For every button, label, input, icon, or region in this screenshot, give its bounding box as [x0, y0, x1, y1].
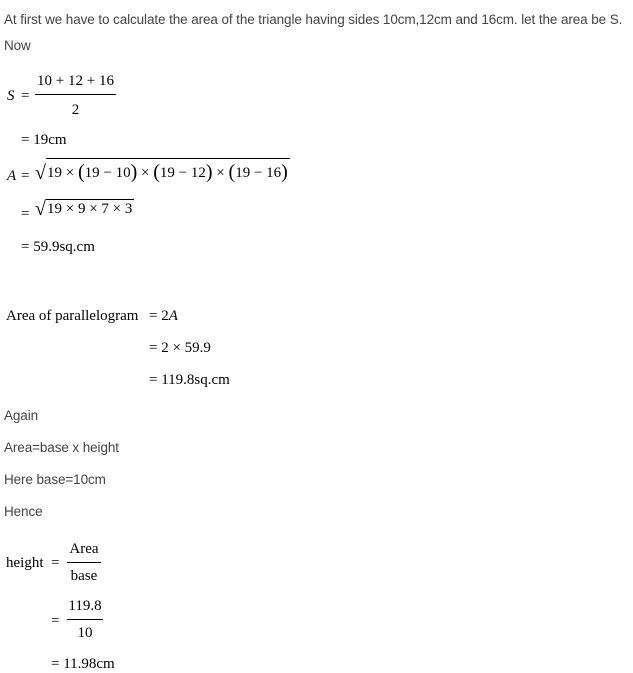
fraction-bar — [35, 94, 116, 95]
radicand-term: × — [137, 165, 154, 181]
radicand-term: 19 − 10 — [84, 165, 131, 181]
equals-sign: = — [21, 88, 30, 104]
open-paren: ( — [228, 161, 236, 183]
numeric-fraction: 119.8 10 — [67, 598, 103, 642]
square-root-1: √19 × (19 − 10) × (19 − 12) × (19 − 16) — [35, 158, 290, 184]
semi-perimeter-fraction: 10 + 12 + 16 2 — [35, 73, 116, 119]
open-paren: ( — [153, 161, 160, 183]
hence-text: Hence — [4, 504, 43, 519]
equals-sign: = — [21, 168, 30, 184]
close-paren: ) — [130, 161, 138, 183]
parallelogram-step-3: = 119.8sq.cm — [149, 372, 230, 388]
fraction-numerator: 119.8 — [68, 598, 102, 614]
fraction-numerator: Area — [69, 541, 99, 557]
equals-sign: = — [21, 206, 30, 222]
radicand-2: 19 × 9 × 7 × 3 — [45, 199, 135, 217]
fraction-denominator: base — [70, 568, 98, 584]
a-variable: A — [7, 168, 17, 184]
equals-sign: = — [51, 555, 60, 571]
base-definition-text: Here base=10cm — [4, 472, 106, 487]
radicand-term: 19 − 16 — [235, 165, 282, 181]
now-text: Now — [4, 38, 31, 53]
area-result: = 59.9sq.cm — [21, 239, 95, 255]
intro-text: At first we have to calculate the area o… — [4, 12, 623, 27]
fraction-denominator: 10 — [77, 625, 93, 641]
square-root-2: √19 × 9 × 7 × 3 — [35, 196, 135, 220]
fraction-denominator: 2 — [71, 102, 80, 118]
close-paren: ) — [281, 161, 288, 183]
radical-sign-icon: √ — [35, 198, 46, 220]
fraction-bar — [67, 619, 103, 620]
area-definition-text: Area=base x height — [4, 440, 119, 455]
radical-sign-icon: √ — [35, 162, 46, 184]
equals-sign: = — [51, 613, 60, 629]
parallelogram-step-1: = 2A — [149, 308, 178, 325]
step-text: = 2 — [149, 308, 169, 324]
radicand-term: 19 − 12 — [159, 165, 206, 181]
radicand-1: 19 × (19 − 10) × (19 − 12) × (19 − 16) — [45, 158, 290, 183]
height-result: = 11.98cm — [51, 656, 115, 672]
fraction-numerator: 10 + 12 + 16 — [37, 73, 114, 89]
area-over-base-fraction: Area base — [67, 541, 101, 585]
open-paren: ( — [77, 161, 85, 183]
semi-perimeter-result: = 19cm — [21, 132, 67, 148]
again-text: Again — [4, 408, 39, 423]
close-paren: ) — [205, 161, 213, 183]
parallelogram-label: Area of parallelogram — [6, 308, 139, 324]
s-variable: S — [7, 88, 15, 104]
radicand-term: × — [212, 165, 229, 181]
radicand-term: 19 × — [46, 165, 78, 181]
height-label: height — [6, 555, 44, 571]
parallelogram-step-2: = 2 × 59.9 — [149, 340, 211, 356]
a-variable: A — [168, 308, 178, 324]
fraction-bar — [67, 562, 101, 563]
